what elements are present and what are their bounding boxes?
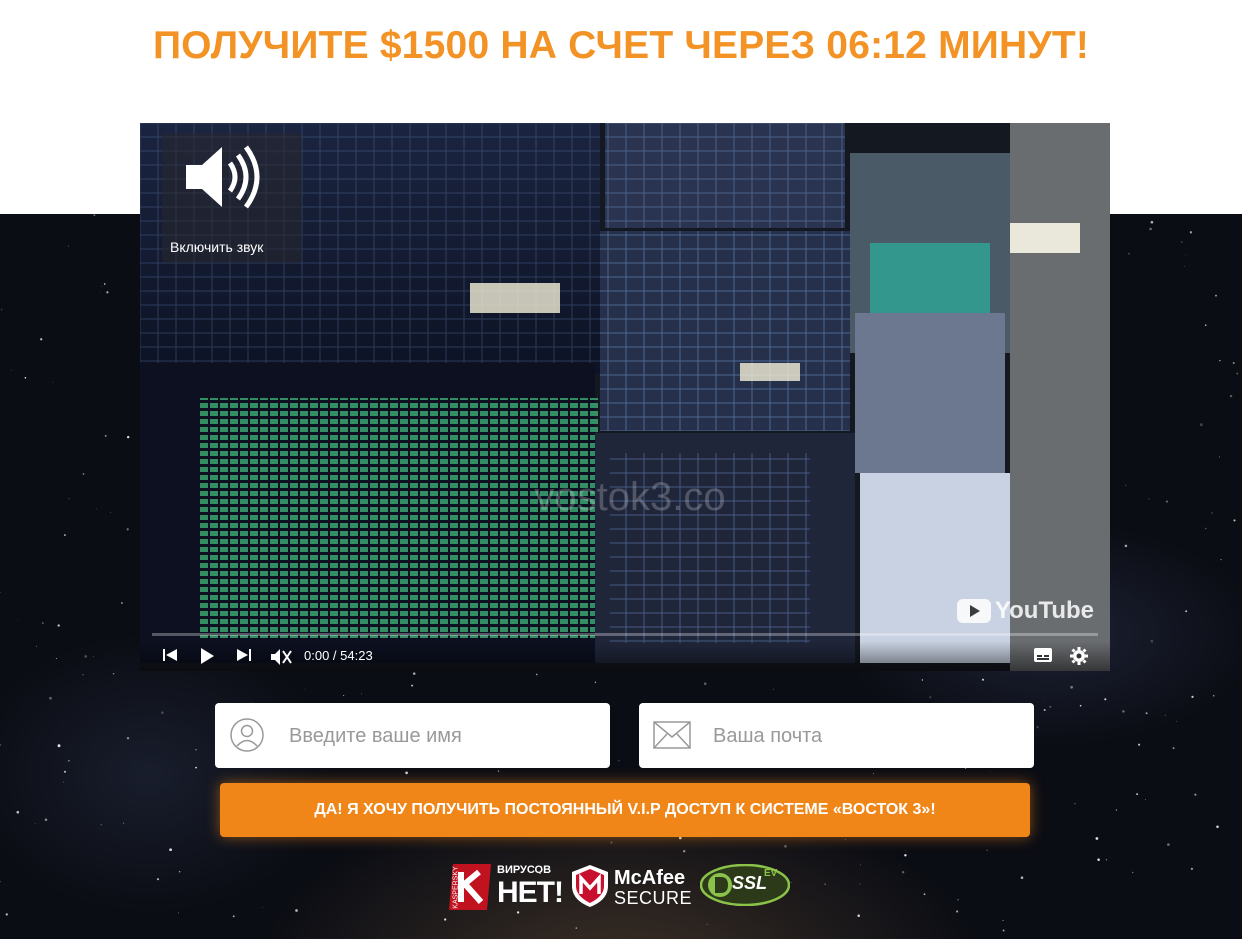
speaker-icon: [186, 145, 260, 209]
previous-icon[interactable]: [162, 647, 178, 663]
unmute-label: Включить звук: [170, 239, 264, 255]
video-controls: 0:00 / 54:23: [140, 641, 1110, 671]
mcafee-secure-text: SECURE: [614, 888, 693, 908]
ssl-badge: SSL EV: [700, 864, 790, 906]
youtube-play-icon: [956, 599, 991, 623]
name-input[interactable]: [287, 715, 596, 757]
ssl-ev-text: EV: [764, 868, 778, 879]
settings-gear-icon[interactable]: [1070, 647, 1088, 665]
email-field: [639, 703, 1034, 768]
subtitles-icon[interactable]: [1033, 647, 1053, 663]
youtube-label: YouTube: [994, 597, 1094, 624]
next-icon[interactable]: [236, 647, 252, 663]
progress-bar[interactable]: [152, 633, 1098, 636]
envelope-icon: [653, 721, 691, 749]
submit-button[interactable]: ДА! Я ХОЧУ ПОЛУЧИТЬ ПОСТОЯННЫЙ V.I.P ДОС…: [220, 783, 1030, 837]
name-field: [215, 703, 610, 768]
unmute-button[interactable]: Включить звук: [162, 133, 302, 263]
mcafee-shield-icon: [572, 865, 608, 907]
muted-volume-icon[interactable]: [270, 647, 292, 667]
kaspersky-small-text: ВИРУСОВ: [497, 864, 552, 876]
email-input[interactable]: [711, 715, 1020, 757]
page-headline: ПОЛУЧИТЕ $1500 НА СЧЕТ ЧЕРЕЗ 06:12 МИНУТ…: [152, 24, 1090, 67]
video-player[interactable]: Включить звук vostok3.co YouTube 0:00 / …: [140, 123, 1110, 671]
kaspersky-label: KASPERSKY: [452, 866, 460, 909]
ssl-text: SSL: [732, 873, 768, 893]
youtube-logo[interactable]: YouTube: [956, 597, 1094, 625]
play-icon[interactable]: [198, 647, 216, 665]
mcafee-badge: McAfee SECURE: [570, 864, 693, 908]
user-icon: [230, 718, 264, 752]
video-watermark: vostok3.co: [534, 475, 726, 519]
kaspersky-big-text: НЕТ!: [497, 876, 564, 909]
mcafee-name: McAfee: [614, 867, 686, 889]
kaspersky-badge: KASPERSKY ВИРУСОВ НЕТ!: [447, 862, 564, 912]
video-time: 0:00 / 54:23: [304, 648, 373, 663]
trust-badges: KASPERSKY ВИРУСОВ НЕТ! McAfee SECURE SSL…: [0, 860, 1242, 920]
